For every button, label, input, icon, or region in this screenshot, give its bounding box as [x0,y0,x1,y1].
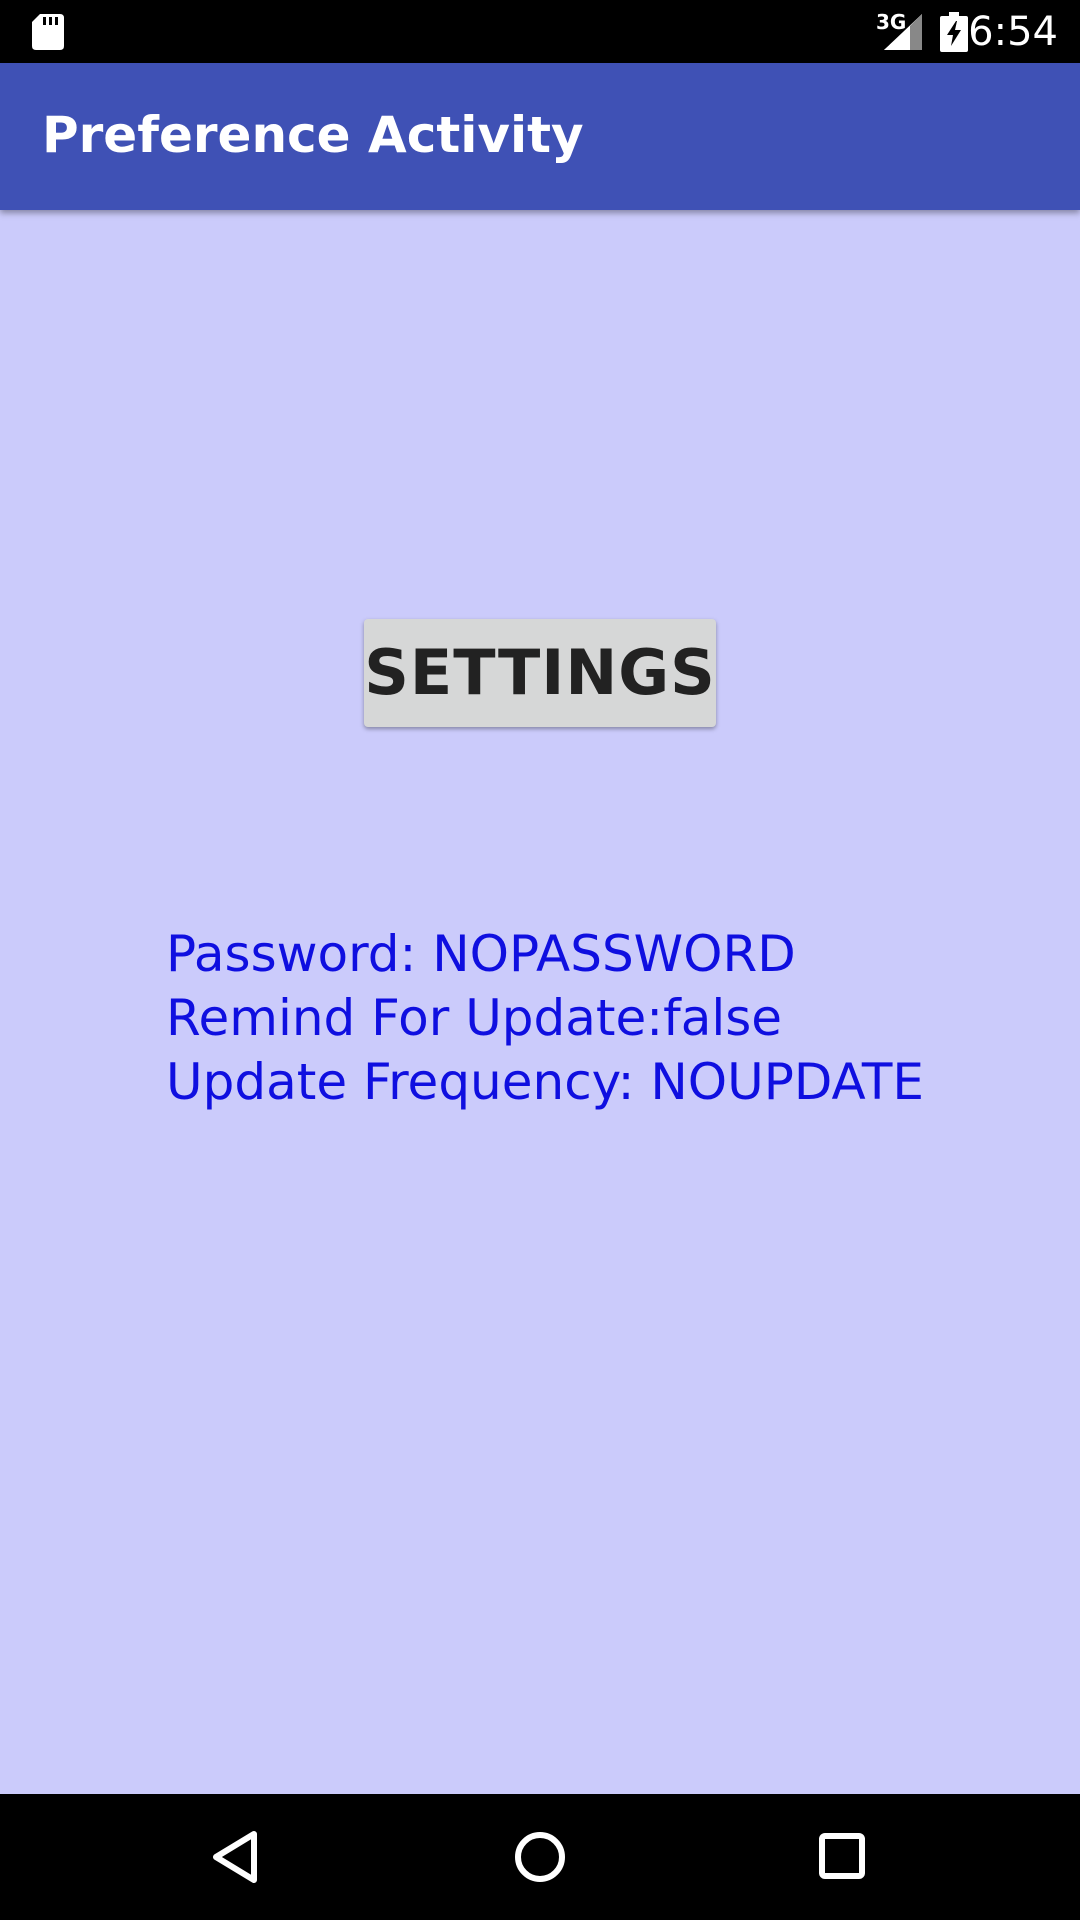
screen: 3G 6:54 Preference Activity SETTINGS Pas… [0,0,1080,1920]
back-icon[interactable] [200,1822,270,1892]
password-text: Password: NOPASSWORD [166,925,796,983]
battery-charging-icon [940,12,968,52]
recents-icon[interactable] [808,1822,878,1892]
sd-card-icon [32,14,64,50]
status-time: 6:54 [968,9,1058,55]
page-title: Preference Activity [42,106,584,164]
app-bar: Preference Activity [0,63,1080,210]
home-icon[interactable] [505,1822,575,1892]
status-bar: 3G 6:54 [0,0,1080,63]
preferences-summary: Password: NOPASSWORD Remind For Update:f… [166,922,1026,1114]
update-frequency-text: Update Frequency: NOUPDATE [166,1053,924,1111]
signal-icon [880,12,922,52]
navigation-bar [0,1794,1080,1920]
remind-update-text: Remind For Update:false [166,989,783,1047]
settings-button[interactable]: SETTINGS [364,619,716,727]
